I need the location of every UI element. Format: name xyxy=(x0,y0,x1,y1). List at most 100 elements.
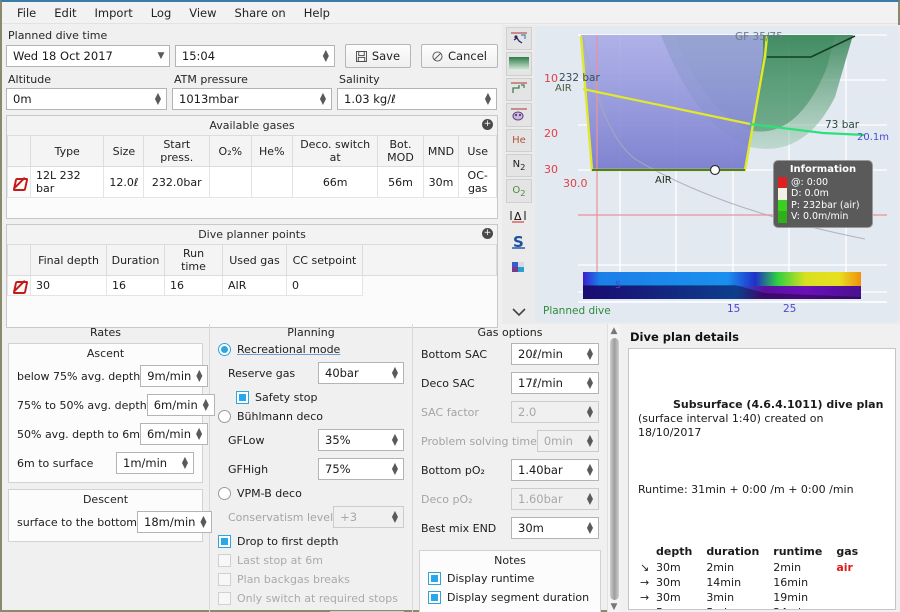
ascent-rate-75-50-spinbox[interactable]: 6m/min ▲ ▼ xyxy=(146,394,215,416)
add-gas-button[interactable]: + xyxy=(482,119,493,130)
spinner-arrows-icon[interactable]: ▲ ▼ xyxy=(387,433,403,447)
planned-dive-time-label: Planned dive time xyxy=(8,29,108,42)
safety-stop-checkbox[interactable]: Safety stop xyxy=(236,391,404,404)
scrollbar-thumb[interactable] xyxy=(609,338,619,600)
ascent-rate-below-75-spinbox[interactable]: 9m/min ▲ ▼ xyxy=(140,365,209,387)
drop-to-first-depth-checkbox[interactable]: Drop to first depth xyxy=(218,535,404,548)
spinner-arrows-icon[interactable]: ▲ ▼ xyxy=(582,376,598,390)
reserve-gas-row: Reserve gas 40bar ▲ ▼ xyxy=(228,362,404,384)
key-white xyxy=(778,188,787,200)
cell-mnd[interactable]: 30m xyxy=(422,166,460,198)
tissue-icon[interactable] xyxy=(506,103,532,127)
menu-log[interactable]: Log xyxy=(142,4,181,22)
cell-deco-switch[interactable]: 66m xyxy=(292,166,379,198)
buhlmann-deco-radio[interactable]: Bühlmann deco xyxy=(218,410,404,423)
heatmap-icon[interactable] xyxy=(506,255,532,278)
atm-pressure-spinbox[interactable]: 1013mbar ▲ ▼ xyxy=(172,88,332,110)
spinner-arrows-icon[interactable]: ▲ ▼ xyxy=(582,463,598,477)
conservatism-label: Conservatism level xyxy=(228,510,334,524)
ascent-rate-50-6m-spinbox[interactable]: 6m/min ▲ ▼ xyxy=(139,423,209,445)
gradient-icon[interactable] xyxy=(506,52,532,76)
cell-o2[interactable] xyxy=(209,166,252,198)
he-icon[interactable]: He xyxy=(506,128,532,152)
gfhigh-spinbox[interactable]: 75% ▲ ▼ xyxy=(318,458,404,480)
cell-cc-setpoint[interactable]: 0 xyxy=(286,275,363,296)
problem-solving-time-spinbox: 0min ▲ ▼ xyxy=(536,430,599,452)
menu-view[interactable]: View xyxy=(180,4,225,22)
spinner-arrows-icon[interactable]: ▲ ▼ xyxy=(177,456,193,470)
bottom-gas-label: AIR xyxy=(655,175,672,186)
spinner-arrows-icon[interactable]: ▲ ▼ xyxy=(480,92,496,106)
o2-icon[interactable]: O2 xyxy=(506,179,532,203)
dive-time-spinbox[interactable]: 15:04 ▲ ▼ xyxy=(174,45,335,67)
spinner-arrows-icon[interactable]: ▲ ▼ xyxy=(582,347,598,361)
menu-import[interactable]: Import xyxy=(86,4,142,22)
n2-icon[interactable]: N2 xyxy=(506,153,532,178)
dive-profile-graph[interactable]: GF 35/75 10 20 30 232 bar AIR 30.0 AIR 7… xyxy=(535,27,898,322)
ascent-rate-below-75-value: 9m/min xyxy=(147,369,192,383)
delete-point-button[interactable] xyxy=(7,275,31,296)
bottom-po2-spinbox[interactable]: 1.40bar ▲ ▼ xyxy=(511,459,599,481)
ascent-rate-below-75-label: below 75% avg. depth xyxy=(17,369,141,383)
menu-edit[interactable]: Edit xyxy=(45,4,85,22)
menu-help[interactable]: Help xyxy=(295,4,339,22)
menu-share-on[interactable]: Share on xyxy=(226,4,295,22)
menu-file[interactable]: File xyxy=(8,4,45,22)
spinner-arrows-icon[interactable]: ▲ ▼ xyxy=(582,521,598,535)
ascent-rate-6m-surface-spinbox[interactable]: 1m/min ▲ ▼ xyxy=(116,452,194,474)
spinner-arrows-icon[interactable]: ▲ ▼ xyxy=(191,427,207,441)
table-row[interactable]: 30 16 16 AIR 0 xyxy=(7,275,497,296)
cell-use[interactable]: OC-gas xyxy=(458,166,497,198)
recreational-mode-radio[interactable]: Recreational mode xyxy=(218,343,404,356)
cell-type[interactable]: 12L 232 bar xyxy=(29,166,105,198)
cell-start-press[interactable]: 232.0bar xyxy=(143,166,211,198)
cancel-button[interactable]: Cancel xyxy=(421,44,498,68)
display-runtime-checkbox[interactable]: Display runtime xyxy=(428,572,592,585)
col-runtime: runtime xyxy=(773,545,823,558)
chevron-down-icon[interactable] xyxy=(506,301,532,324)
altitude-spinbox[interactable]: 0m ▲ ▼ xyxy=(6,88,167,110)
table-row[interactable]: 12L 232 bar 12.0ℓ 232.0bar 66m 56m 30m O… xyxy=(7,166,497,198)
checkbox-icon xyxy=(236,391,249,404)
reserve-gas-value: 40bar xyxy=(325,366,359,380)
spinner-arrows-icon[interactable]: ▲ ▼ xyxy=(318,49,334,63)
dive-date-combo[interactable]: Wed 18 Oct 2017 ▼ xyxy=(6,45,170,67)
spinner-arrows-icon[interactable]: ▲ ▼ xyxy=(315,92,331,106)
table-header-row: Type Size Start press. O₂% He% Deco. swi… xyxy=(7,135,497,167)
scroll-down-icon[interactable]: ▼ xyxy=(611,602,618,612)
scroll-up-icon[interactable]: ▲ xyxy=(611,326,618,336)
spinner-arrows-icon[interactable]: ▲ ▼ xyxy=(191,369,207,383)
cell-size[interactable]: 12.0ℓ xyxy=(103,166,145,198)
vpmb-deco-radio[interactable]: VPM-B deco xyxy=(218,487,404,500)
options-scrollbar[interactable]: ▲ ▼ xyxy=(607,324,620,612)
cell-final-depth[interactable]: 30 xyxy=(30,275,107,296)
spinner-arrows-icon[interactable]: ▲ ▼ xyxy=(150,92,166,106)
cell-run-time[interactable]: 16 xyxy=(164,275,223,296)
chevron-down-icon: ▼ xyxy=(157,51,165,61)
cell-bot-mod[interactable]: 56m xyxy=(377,166,424,198)
deco-sac-spinbox[interactable]: 17ℓ/min ▲ ▼ xyxy=(511,372,599,394)
display-segment-duration-checkbox[interactable]: Display segment duration xyxy=(428,591,592,604)
delete-gas-button[interactable] xyxy=(7,166,31,198)
save-button[interactable]: Save xyxy=(344,44,412,68)
dive-plan-table: depth duration runtime gas ↘ 30m 2min 2m… xyxy=(640,545,872,609)
spinner-arrows-icon[interactable]: ▲ ▼ xyxy=(387,462,403,476)
cell-he[interactable] xyxy=(250,166,294,198)
ascent-rate-75-50-row: 75% to 50% avg. depth 6m/min ▲ ▼ xyxy=(17,394,215,416)
bottom-sac-spinbox[interactable]: 20ℓ/min ▲ ▼ xyxy=(511,343,599,365)
gflow-spinbox[interactable]: 35% ▲ ▼ xyxy=(318,429,404,451)
salinity-spinbox[interactable]: 1.03 kg/ℓ ▲ ▼ xyxy=(337,88,497,110)
ruler-icon[interactable] xyxy=(506,77,532,102)
best-mix-end-spinbox[interactable]: 30m ▲ ▼ xyxy=(511,517,599,539)
cell-used-gas[interactable]: AIR xyxy=(222,275,287,296)
delta-icon[interactable]: Δ xyxy=(506,205,532,228)
descent-rate-spinbox[interactable]: 18m/min ▲ ▼ xyxy=(137,511,213,533)
profile-handle[interactable] xyxy=(709,164,721,176)
reserve-gas-spinbox[interactable]: 40bar ▲ ▼ xyxy=(318,362,404,384)
add-planner-point-button[interactable]: + xyxy=(482,228,493,239)
cell-duration[interactable]: 16 xyxy=(106,275,165,296)
spinner-arrows-icon: ▲ ▼ xyxy=(586,404,594,419)
spinner-arrows-icon[interactable]: ▲ ▼ xyxy=(387,366,403,380)
diver-icon[interactable] xyxy=(506,27,532,51)
scale-icon[interactable]: S xyxy=(506,230,532,253)
